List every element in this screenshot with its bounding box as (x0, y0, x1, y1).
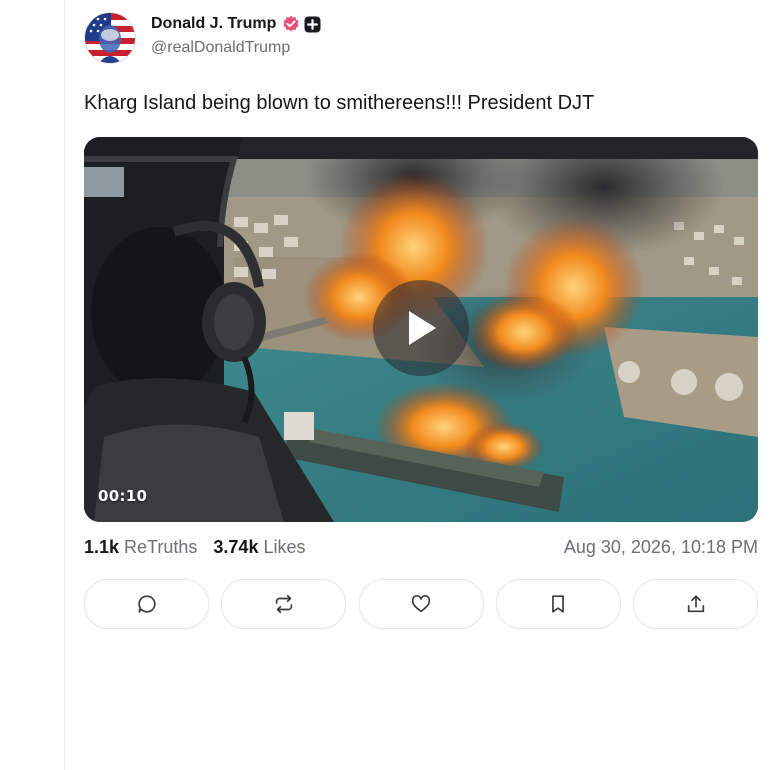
retruths-label[interactable]: ReTruths (124, 537, 197, 558)
retruth-button[interactable] (221, 579, 347, 629)
heart-icon (411, 595, 431, 613)
reply-icon (137, 595, 156, 613)
share-button[interactable] (633, 579, 758, 629)
like-button[interactable] (358, 579, 484, 629)
bookmark-button[interactable] (495, 579, 621, 629)
post-header: Donald J. Trump @realDonaldTrump (84, 12, 758, 64)
play-icon (409, 311, 436, 345)
verified-badge-icon (282, 15, 300, 33)
author-name[interactable]: Donald J. Trump (151, 15, 276, 33)
retruth-icon (275, 594, 292, 614)
retruths-count[interactable]: 1.1k (84, 537, 119, 558)
post-timestamp[interactable]: Aug 30, 2026, 10:18 PM (564, 537, 758, 558)
author-identity: Donald J. Trump @realDonaldTrump (151, 15, 321, 57)
video-player[interactable]: 00:10 (84, 137, 758, 522)
likes-count[interactable]: 3.74k (213, 537, 258, 558)
post-stats: 1.1k ReTruths 3.74k Likes Aug 30, 2026, … (84, 535, 758, 559)
post-text: Kharg Island being blown to smithereens!… (84, 92, 595, 114)
play-button[interactable] (373, 280, 469, 376)
video-duration: 00:10 (98, 487, 148, 505)
author-handle[interactable]: @realDonaldTrump (151, 39, 321, 57)
avatar[interactable] (84, 12, 136, 64)
bookmark-icon (552, 595, 565, 613)
post-card: Donald J. Trump @realDonaldTrump Kharg I… (84, 12, 758, 629)
share-icon (687, 595, 704, 613)
reply-button[interactable] (84, 579, 209, 629)
likes-label[interactable]: Likes (263, 537, 305, 558)
author-name-row: Donald J. Trump (151, 13, 321, 35)
post-actions (84, 579, 758, 629)
avatar-flag-portrait-icon (85, 13, 135, 63)
plus-badge-icon (304, 16, 321, 33)
left-divider (64, 0, 65, 770)
